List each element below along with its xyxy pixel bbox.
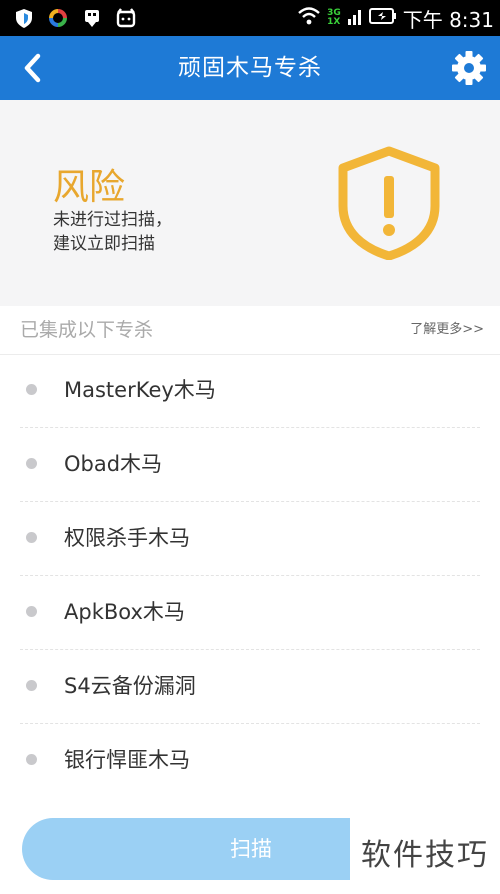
risk-panel: 风险 未进行过扫描， 建议立即扫描	[0, 100, 500, 306]
mascot-icon	[80, 6, 104, 30]
status-right: 3G 1X 下午 8:31	[297, 0, 494, 36]
signal-icon	[347, 7, 363, 29]
list-item-label: MasterKey木马	[64, 378, 216, 402]
network-type: 3G 1X	[327, 8, 341, 27]
status-bar: 3G 1X 下午 8:31	[0, 0, 500, 36]
risk-description-line: 建议立即扫描	[53, 234, 155, 254]
bullet-dot	[26, 680, 37, 691]
gear-icon	[452, 51, 486, 85]
risk-description: 未进行过扫描， 建议立即扫描	[53, 208, 172, 256]
list-item-label: S4云备份漏洞	[64, 674, 196, 698]
risk-status-title: 风险	[53, 167, 126, 208]
page-title: 顽固木马专杀	[178, 55, 322, 81]
list-item: MasterKey木马	[20, 354, 480, 428]
bullet-dot	[26, 384, 37, 395]
shield-app-icon	[12, 6, 36, 30]
list-item: 银行悍匪木马	[20, 724, 480, 797]
list-item-label: 银行悍匪木马	[64, 748, 190, 772]
wifi-icon	[297, 6, 321, 30]
section-title: 已集成以下专杀	[20, 319, 154, 341]
list-item: 权限杀手木马	[20, 502, 480, 576]
warning-shield-icon	[338, 146, 440, 260]
alarm-icon	[114, 6, 138, 30]
title-bar: 顽固木马专杀	[0, 36, 500, 100]
section-header: 已集成以下专杀 了解更多>>	[0, 306, 500, 355]
list-item-label: ApkBox木马	[64, 600, 185, 624]
watermark: 软件技巧	[350, 818, 500, 894]
learn-more-link[interactable]: 了解更多>>	[410, 306, 484, 354]
settings-button[interactable]	[448, 47, 490, 89]
list-item: Obad木马	[20, 428, 480, 502]
bullet-dot	[26, 754, 37, 765]
list-item: S4云备份漏洞	[20, 650, 480, 724]
risk-description-line: 未进行过扫描，	[53, 210, 172, 230]
list-item: ApkBox木马	[20, 576, 480, 650]
list-item-label: Obad木马	[64, 452, 163, 476]
battery-icon	[368, 7, 397, 29]
clock: 下午 8:31	[402, 7, 494, 32]
list-item-label: 权限杀手木马	[64, 526, 190, 550]
trojan-list: MasterKey木马 Obad木马 权限杀手木马 ApkBox木马 S4云备份…	[0, 354, 500, 797]
bullet-dot	[26, 458, 37, 469]
colorful-ring-icon	[46, 6, 70, 30]
bullet-dot	[26, 606, 37, 617]
bullet-dot	[26, 532, 37, 543]
notification-icons	[0, 6, 138, 30]
